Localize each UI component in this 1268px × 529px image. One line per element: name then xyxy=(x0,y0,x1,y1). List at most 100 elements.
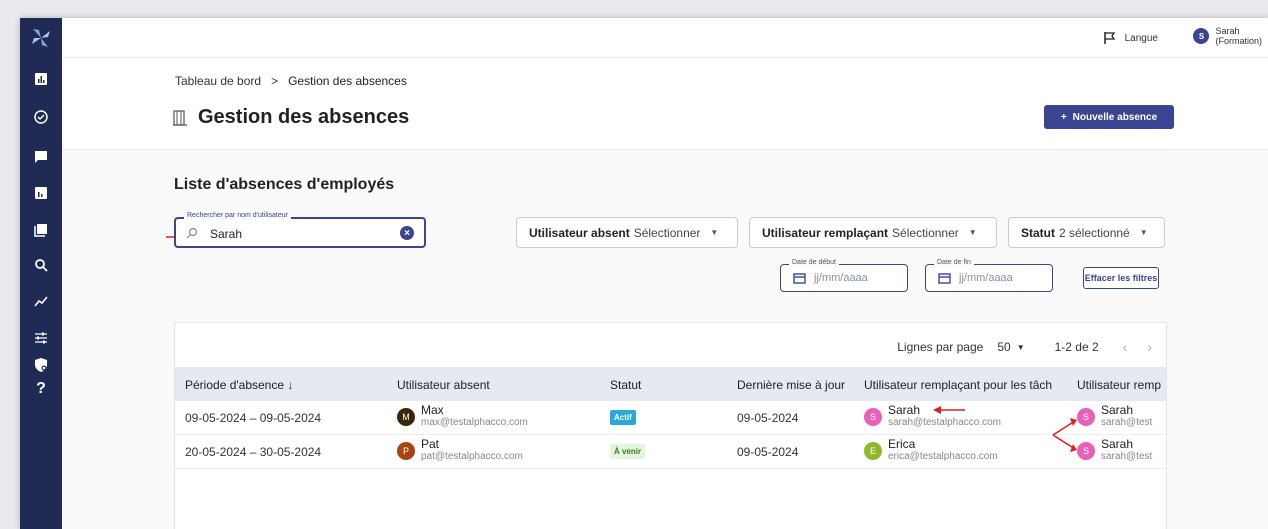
replacement-tasks-cell: E Erica erica@testalphacco.com xyxy=(864,438,998,463)
user-menu[interactable]: S Sarah (Formation) xyxy=(1193,26,1262,46)
page-title-text: Gestion des absences xyxy=(198,106,410,128)
user-name: Max xyxy=(421,403,444,417)
pagination: Lignes par page 50 ▼ 1-2 de 2 ‹ › xyxy=(897,339,1166,355)
clear-filters-button[interactable]: Effacer les filtres xyxy=(1083,267,1159,289)
sidebar-item-tasks[interactable] xyxy=(30,106,52,128)
column-header-last-update[interactable]: Dernière mise à jour xyxy=(737,378,845,392)
user-name: Pat xyxy=(421,437,440,451)
breadcrumb: Tableau de bord > Gestion des absences xyxy=(175,74,407,88)
chevron-down-icon: ▼ xyxy=(1139,228,1148,237)
calendar-icon xyxy=(793,273,806,284)
end-date-placeholder: jj/mm/aaaa xyxy=(959,272,1013,284)
end-date-field[interactable]: Date de fin jj/mm/aaaa xyxy=(925,259,1053,292)
shield-gear-icon xyxy=(35,358,47,372)
search-value: Sarah xyxy=(210,227,243,241)
plus-icon: + xyxy=(1060,111,1067,123)
new-absence-label: Nouvelle absence xyxy=(1072,111,1158,123)
avatar: S xyxy=(1077,407,1095,426)
sidebar-item-analytics[interactable] xyxy=(30,290,52,312)
sidebar-item-reports[interactable] xyxy=(30,182,52,204)
user-name-line1: Sarah xyxy=(1215,26,1240,36)
user-name: Sarah xyxy=(1101,403,1134,417)
column-header-status[interactable]: Statut xyxy=(610,378,641,392)
status-badge: À venir xyxy=(610,444,646,459)
sidebar-item-settings[interactable] xyxy=(30,327,52,349)
start-date-field[interactable]: Date de début jj/mm/aaaa xyxy=(780,259,908,292)
chevron-down-icon: ▼ xyxy=(968,228,977,237)
breadcrumb-current: Gestion des absences xyxy=(288,74,407,88)
replacement-other-cell: S Sarah sarah@test xyxy=(1077,404,1152,429)
language-label: Langue xyxy=(1124,32,1158,44)
logo-icon[interactable] xyxy=(29,26,53,50)
column-header-period[interactable]: Période d'absence ↓ xyxy=(185,378,293,392)
content-area: Liste d'absences d'employés Rechercher p… xyxy=(62,150,1268,529)
table-row[interactable]: 09-05-2024 – 09-05-2024 M Max max@testalp… xyxy=(175,401,1166,435)
absent-user-filter-value: Sélectionner xyxy=(633,225,701,240)
clear-icon[interactable]: × xyxy=(400,226,414,240)
user-email: sarah@test xyxy=(1101,451,1153,462)
avatar: S xyxy=(864,407,882,426)
help-icon[interactable]: ? xyxy=(30,378,52,400)
chat-icon xyxy=(35,151,47,163)
last-update-cell: 09-05-2024 xyxy=(737,445,799,459)
user-email: pat@testalphacco.com xyxy=(421,451,523,462)
start-date-placeholder: jj/mm/aaaa xyxy=(814,272,868,284)
end-date-legend: Date de fin xyxy=(934,259,974,266)
report-icon xyxy=(35,187,47,199)
search-input[interactable]: Rechercher par nom d'utilisateur Sarah × xyxy=(174,212,426,248)
list-title: Liste d'absences d'employés xyxy=(174,176,395,193)
avatar: E xyxy=(864,441,882,460)
page-title: Gestion des absences xyxy=(172,106,409,129)
chevron-down-icon[interactable]: ▼ xyxy=(1017,343,1025,352)
rows-per-page-select[interactable]: 50 xyxy=(997,340,1010,354)
app-window: ? Langue S Sarah (Formation) Tableau de … xyxy=(20,18,1268,529)
trend-icon xyxy=(34,296,48,307)
absent-user-cell: P Pat pat@testalphacco.com xyxy=(397,438,523,463)
replacement-user-filter[interactable]: Utilisateur remplaçant Sélectionner ▼ xyxy=(749,217,997,248)
avatar: S xyxy=(1077,441,1095,460)
door-icon xyxy=(173,109,187,126)
chevron-left-icon[interactable]: ‹ xyxy=(1123,339,1128,355)
sidebar-item-dashboard[interactable] xyxy=(30,68,52,90)
absent-user-filter[interactable]: Utilisateur absent Sélectionner ▼ xyxy=(516,217,738,248)
annotation-arrow xyxy=(933,406,965,414)
user-name: Erica xyxy=(888,437,916,451)
table-row[interactable]: 20-05-2024 – 30-05-2024 P Pat pat@testalp… xyxy=(175,435,1166,469)
search-legend: Rechercher par nom d'utilisateur xyxy=(184,212,291,219)
start-date-legend: Date de début xyxy=(789,259,839,266)
replacement-user-filter-value: Sélectionner xyxy=(892,225,959,240)
status-filter-value: 2 sélectionné xyxy=(1059,225,1130,240)
page-header: Tableau de bord > Gestion des absences G… xyxy=(62,58,1268,150)
user-name: Sarah xyxy=(1101,437,1134,451)
absent-user-filter-label: Utilisateur absent xyxy=(529,225,630,240)
replacement-user-filter-label: Utilisateur remplaçant xyxy=(762,225,889,240)
sidebar-item-search[interactable] xyxy=(30,254,52,276)
column-header-absent-user[interactable]: Utilisateur absent xyxy=(397,378,490,392)
main-area: Langue S Sarah (Formation) Tableau de bo… xyxy=(62,18,1268,529)
chevron-down-icon: ▼ xyxy=(710,228,719,237)
book-icon xyxy=(34,224,47,237)
absences-table: Lignes par page 50 ▼ 1-2 de 2 ‹ › Périod… xyxy=(174,322,1167,529)
annotation-arrow xyxy=(1052,418,1077,452)
column-header-replacement-tasks[interactable]: Utilisateur remplaçant pour les tâch xyxy=(864,378,1052,392)
sidebar: ? xyxy=(20,18,62,529)
user-email: max@testalphacco.com xyxy=(421,417,528,428)
language-selector[interactable]: Langue xyxy=(1103,31,1158,45)
user-name: Sarah (Formation) xyxy=(1215,26,1262,46)
chevron-right-icon[interactable]: › xyxy=(1147,339,1152,355)
dashboard-icon xyxy=(35,73,47,85)
top-bar: Langue S Sarah (Formation) xyxy=(62,18,1268,58)
new-absence-button[interactable]: + Nouvelle absence xyxy=(1044,105,1174,129)
flag-icon xyxy=(1103,32,1115,44)
rows-per-page-label: Lignes par page xyxy=(897,340,984,354)
last-update-cell: 09-05-2024 xyxy=(737,411,799,425)
breadcrumb-home[interactable]: Tableau de bord xyxy=(175,74,261,88)
calendar-icon xyxy=(938,273,951,284)
avatar: S xyxy=(1193,28,1210,44)
status-filter[interactable]: Statut 2 sélectionné ▼ xyxy=(1008,217,1165,248)
column-header-replacement-other[interactable]: Utilisateur remp xyxy=(1077,378,1161,392)
sidebar-item-messages[interactable] xyxy=(30,146,52,168)
sidebar-item-admin[interactable] xyxy=(30,354,52,376)
sidebar-item-library[interactable] xyxy=(30,219,52,241)
replacement-other-cell: S Sarah sarah@test xyxy=(1077,438,1152,463)
